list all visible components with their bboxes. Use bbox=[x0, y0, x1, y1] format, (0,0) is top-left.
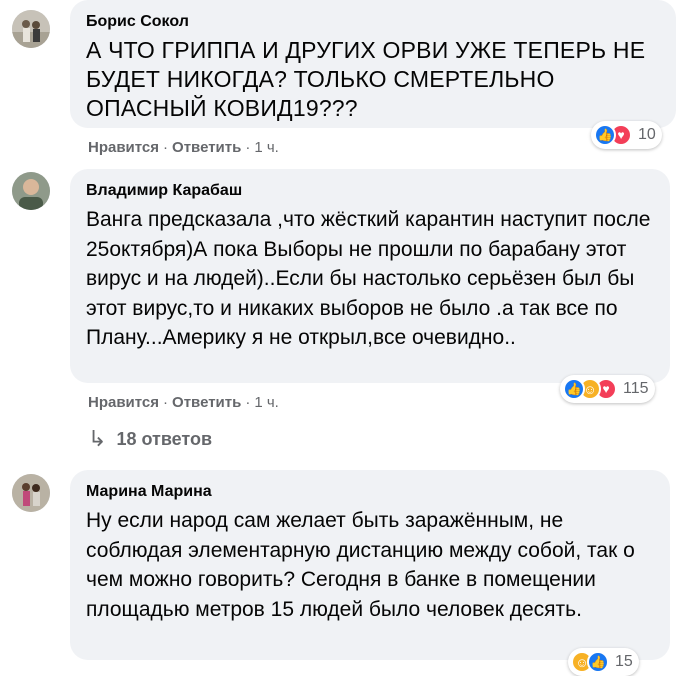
comment-text: А ЧТО ГРИППА И ДРУГИХ ОРВИ УЖЕ ТЕПЕРЬ НЕ… bbox=[86, 37, 646, 121]
comment-author[interactable]: Борис Сокол bbox=[86, 12, 660, 32]
comment-timestamp[interactable]: 1 ч. bbox=[254, 139, 279, 156]
reaction-count: 10 bbox=[638, 126, 656, 143]
reply-arrow-icon: ↳ bbox=[88, 426, 107, 451]
comment-text: Ну если народ сам желает быть заражённым… bbox=[86, 509, 635, 621]
reactions-summary[interactable]: 👍 ☺ ♥ 115 bbox=[560, 375, 655, 403]
reactions-summary[interactable]: ☺ 👍 15 bbox=[568, 648, 639, 676]
comment-author[interactable]: Марина Марина bbox=[86, 482, 654, 502]
avatar[interactable] bbox=[12, 10, 50, 48]
reply-button[interactable]: Ответить bbox=[172, 394, 241, 411]
reactions-summary[interactable]: 👍 ♥ 10 bbox=[591, 121, 662, 149]
comment-bubble: Владимир Карабаш Ванга предсказала ,что … bbox=[70, 169, 670, 383]
like-button[interactable]: Нравится bbox=[88, 139, 159, 156]
comment-actions: Нравится · Ответить · 1 ч. bbox=[88, 394, 279, 411]
comment-bubble: Марина Марина Ну если народ сам желает б… bbox=[70, 470, 670, 660]
like-reaction-icon: 👍 bbox=[587, 651, 609, 673]
replies-count: 18 ответов bbox=[116, 428, 213, 449]
reaction-count: 115 bbox=[623, 380, 649, 397]
like-button[interactable]: Нравится bbox=[88, 394, 159, 411]
avatar[interactable] bbox=[12, 474, 50, 512]
view-replies-button[interactable]: ↳ 18 ответов bbox=[88, 426, 212, 452]
like-reaction-icon: 👍 bbox=[563, 378, 585, 400]
reaction-count: 15 bbox=[615, 653, 633, 670]
avatar[interactable] bbox=[12, 172, 50, 210]
comment-actions: Нравится · Ответить · 1 ч. bbox=[88, 139, 279, 156]
comment-text: Ванга предсказала ,что жёсткий карантин … bbox=[86, 208, 651, 349]
comment-bubble: Борис Сокол А ЧТО ГРИППА И ДРУГИХ ОРВИ У… bbox=[70, 0, 676, 128]
like-reaction-icon: 👍 bbox=[594, 124, 616, 146]
reply-button[interactable]: Ответить bbox=[172, 139, 241, 156]
comment-timestamp[interactable]: 1 ч. bbox=[254, 394, 279, 411]
comment-author[interactable]: Владимир Карабаш bbox=[86, 181, 654, 201]
